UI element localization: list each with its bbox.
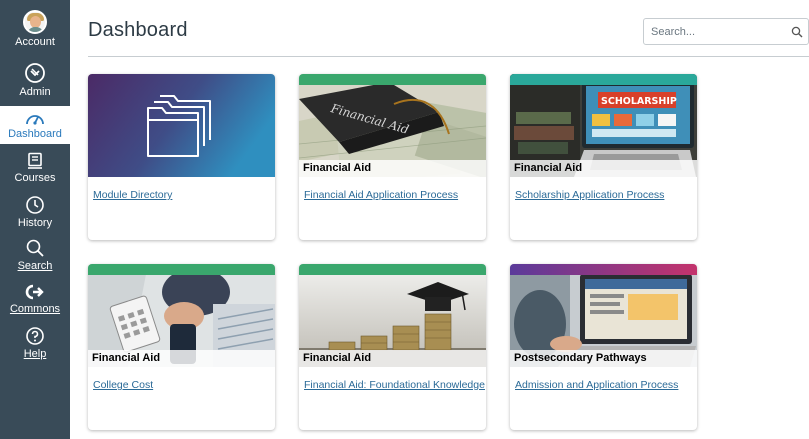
clock-icon <box>26 196 44 214</box>
nav-history-label: History <box>17 217 53 229</box>
card-color-bar <box>88 264 275 275</box>
nav-account[interactable]: Account <box>0 10 70 48</box>
course-card-financial-aid-foundational[interactable]: Financial Aid Financial Aid: Foundationa… <box>299 264 486 430</box>
search-icon[interactable] <box>791 26 803 38</box>
help-icon <box>26 327 44 345</box>
card-link[interactable]: Admission and Application Process <box>515 379 678 391</box>
nav-help-label: Help <box>23 348 47 360</box>
commons-icon <box>25 284 44 300</box>
nav-admin-label: Admin <box>19 86 51 98</box>
avatar <box>23 10 47 34</box>
search-icon <box>26 239 44 257</box>
card-color-bar <box>299 74 486 85</box>
course-card-financial-aid-application[interactable]: Financial Aid Financial Aid Financial Ai… <box>299 74 486 240</box>
card-link[interactable]: Financial Aid Application Process <box>304 189 458 201</box>
card-color-bar <box>510 264 697 275</box>
course-card-module-directory[interactable]: Module Directory <box>88 74 275 240</box>
nav-courses-label: Courses <box>14 172 56 184</box>
nav-history[interactable]: History <box>0 195 70 229</box>
nav-admin[interactable]: Admin <box>0 62 70 98</box>
card-color-bar <box>510 74 697 85</box>
nav-account-label: Account <box>15 36 55 48</box>
course-card-college-cost[interactable]: Financial Aid College Cost <box>88 264 275 430</box>
course-card-admission-application[interactable]: Postsecondary Pathways Admission and App… <box>510 264 697 430</box>
nav-help[interactable]: Help <box>0 326 70 360</box>
card-color-bar <box>299 264 486 275</box>
card-link[interactable]: Module Directory <box>93 189 172 201</box>
nav-commons-label: Commons <box>9 303 61 315</box>
search-input[interactable] <box>644 19 784 44</box>
shield-icon <box>25 63 45 83</box>
nav-dashboard[interactable]: Dashboard <box>0 106 70 144</box>
header-divider <box>88 56 809 57</box>
card-caption: Financial Aid <box>299 160 486 177</box>
nav-courses[interactable]: Courses <box>0 152 70 184</box>
card-caption: Financial Aid <box>299 350 486 367</box>
card-caption: Postsecondary Pathways <box>510 350 697 367</box>
card-caption: Financial Aid <box>510 160 697 177</box>
dashboard-icon <box>26 115 44 125</box>
card-link[interactable]: Financial Aid: Foundational Knowledge <box>304 379 485 391</box>
card-hero-image <box>88 74 275 177</box>
nav-search[interactable]: Search <box>0 238 70 272</box>
courses-icon <box>28 152 42 169</box>
nav-dashboard-label: Dashboard <box>8 128 62 140</box>
course-card-scholarship-application[interactable]: SCHOLARSHIP Financial Aid Scholarship Ap… <box>510 74 697 240</box>
hero-text: SCHOLARSHIP <box>601 96 677 107</box>
page-title: Dashboard <box>88 19 188 41</box>
card-link[interactable]: College Cost <box>93 379 153 391</box>
nav-search-label: Search <box>17 260 53 272</box>
card-link[interactable]: Scholarship Application Process <box>515 189 664 201</box>
card-caption: Financial Aid <box>88 350 275 367</box>
global-navigation: Account Admin Dashboard Courses History … <box>0 0 70 439</box>
search-box <box>643 18 809 45</box>
nav-commons[interactable]: Commons <box>0 283 70 315</box>
